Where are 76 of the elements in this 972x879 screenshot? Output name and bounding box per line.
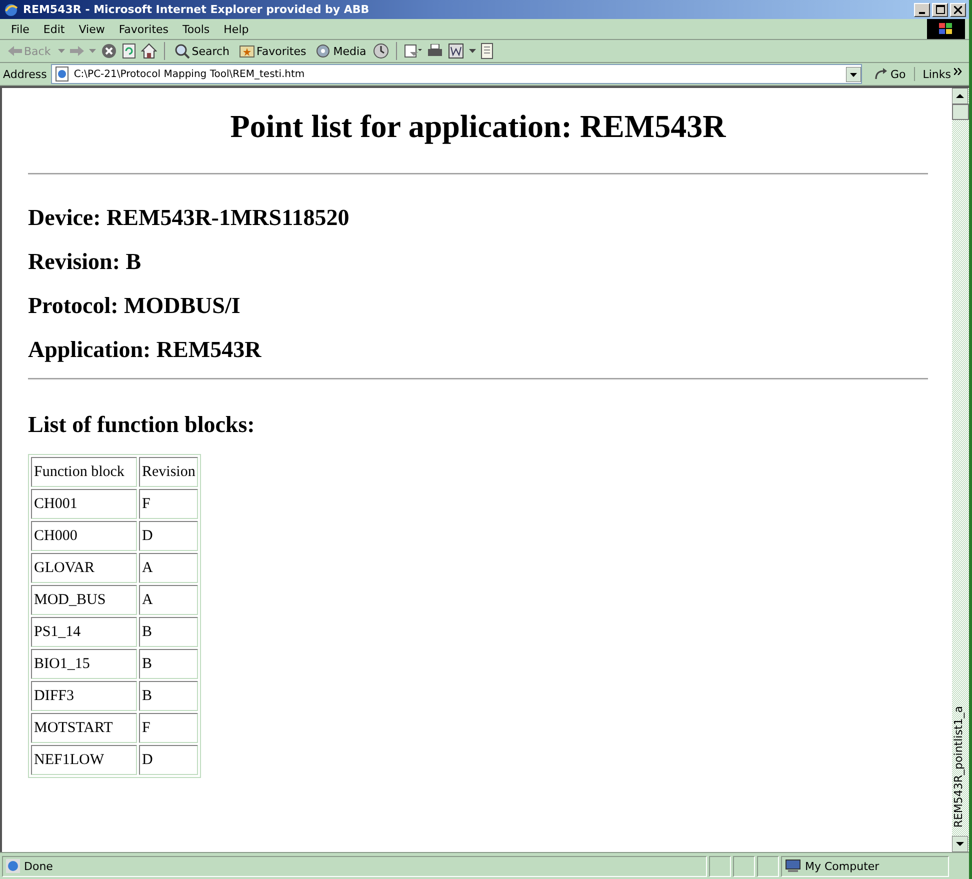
zone-indicator: My Computer [781, 856, 949, 876]
go-arrow-icon [874, 67, 888, 81]
page-icon [54, 66, 70, 82]
table-cell: A [139, 553, 198, 583]
page-heading: Point list for application: REM543R [229, 108, 727, 145]
column-header: Revision [139, 457, 198, 487]
computer-icon [785, 859, 801, 873]
links-button[interactable]: Links [918, 68, 966, 80]
printer-icon[interactable] [427, 44, 444, 58]
disc-icon [315, 43, 332, 59]
table-cell: D [139, 521, 198, 551]
scroll-thumb[interactable] [952, 104, 969, 120]
table-cell: NEF1LOW [31, 745, 137, 775]
table-cell: D [139, 745, 198, 775]
menu-item[interactable]: Tools [176, 22, 217, 36]
menu-item[interactable]: Help [216, 22, 256, 36]
table-cell: GLOVAR [31, 553, 137, 583]
address-label: Address [3, 68, 47, 80]
close-icon [954, 6, 962, 14]
column-header: Function block [31, 457, 137, 487]
scroll-down-icon[interactable] [952, 836, 968, 852]
info-line: Revision: B [28, 249, 142, 275]
table-cell: MOTSTART [31, 713, 137, 743]
dropdown-arrow-icon[interactable] [846, 66, 862, 82]
table-cell: F [139, 713, 198, 743]
browser-icon [3, 2, 19, 18]
table-cell: DIFF3 [31, 681, 137, 711]
menu-item[interactable]: File [4, 22, 36, 36]
go-button[interactable]: Go [866, 67, 915, 81]
status-pane [757, 856, 779, 876]
scroll-up-icon[interactable] [952, 88, 968, 104]
table-cell: B [139, 617, 198, 647]
table-cell: B [139, 681, 198, 711]
table-cell: B [139, 649, 198, 679]
side-label: REM543R_pointlist1_a [952, 706, 966, 828]
info-line: Application: REM543R [28, 337, 262, 363]
chevron-icon [954, 68, 962, 74]
page-icon [6, 859, 20, 873]
stop-icon[interactable] [100, 43, 117, 59]
table-cell: F [139, 489, 198, 519]
back-arrow-icon [8, 46, 22, 56]
minimize-icon [919, 12, 925, 14]
favorites-button[interactable]: Favorites [236, 44, 308, 58]
history-icon[interactable] [373, 43, 390, 59]
table-cell: A [139, 585, 198, 615]
maximize-icon [936, 5, 944, 14]
refresh-icon[interactable] [122, 43, 136, 59]
star-folder-icon [238, 44, 255, 58]
document-icon[interactable] [448, 43, 464, 59]
section-heading: List of function blocks: [28, 412, 256, 438]
menu-item[interactable]: Edit [36, 22, 72, 36]
minimize-button[interactable] [914, 2, 930, 16]
home-icon[interactable] [140, 43, 157, 59]
info-line: Protocol: MODBUS/I [28, 293, 242, 319]
search-icon [174, 43, 190, 59]
caret-icon[interactable] [469, 49, 476, 53]
table-cell: PS1_14 [31, 617, 137, 647]
address-field[interactable]: C:\PC-21\Protocol Mapping Tool\REM_testi.htm [50, 64, 862, 84]
table-cell: MOD_BUS [31, 585, 137, 615]
maximize-button[interactable] [932, 2, 948, 16]
info-line: Device: REM543R-1MRS118520 [28, 205, 350, 231]
window-title: REM543R - Microsoft Internet Explorer provided by ABB [23, 3, 370, 16]
notepad-icon[interactable] [481, 43, 494, 59]
menu-item[interactable]: Favorites [112, 22, 176, 36]
table-cell: BIO1_15 [31, 649, 137, 679]
search-button[interactable]: Search [172, 43, 232, 59]
close-button[interactable] [950, 2, 966, 16]
windows-logo-icon [927, 19, 965, 39]
scrollbar[interactable]: REM543R_pointlist1_a [952, 88, 969, 852]
status-pane [733, 856, 755, 876]
menu-item[interactable]: View [72, 22, 112, 36]
table-cell: CH000 [31, 521, 137, 551]
status-text: Done [2, 856, 707, 876]
media-button[interactable]: Media [313, 43, 368, 59]
table-cell: CH001 [31, 489, 137, 519]
status-pane [709, 856, 731, 876]
